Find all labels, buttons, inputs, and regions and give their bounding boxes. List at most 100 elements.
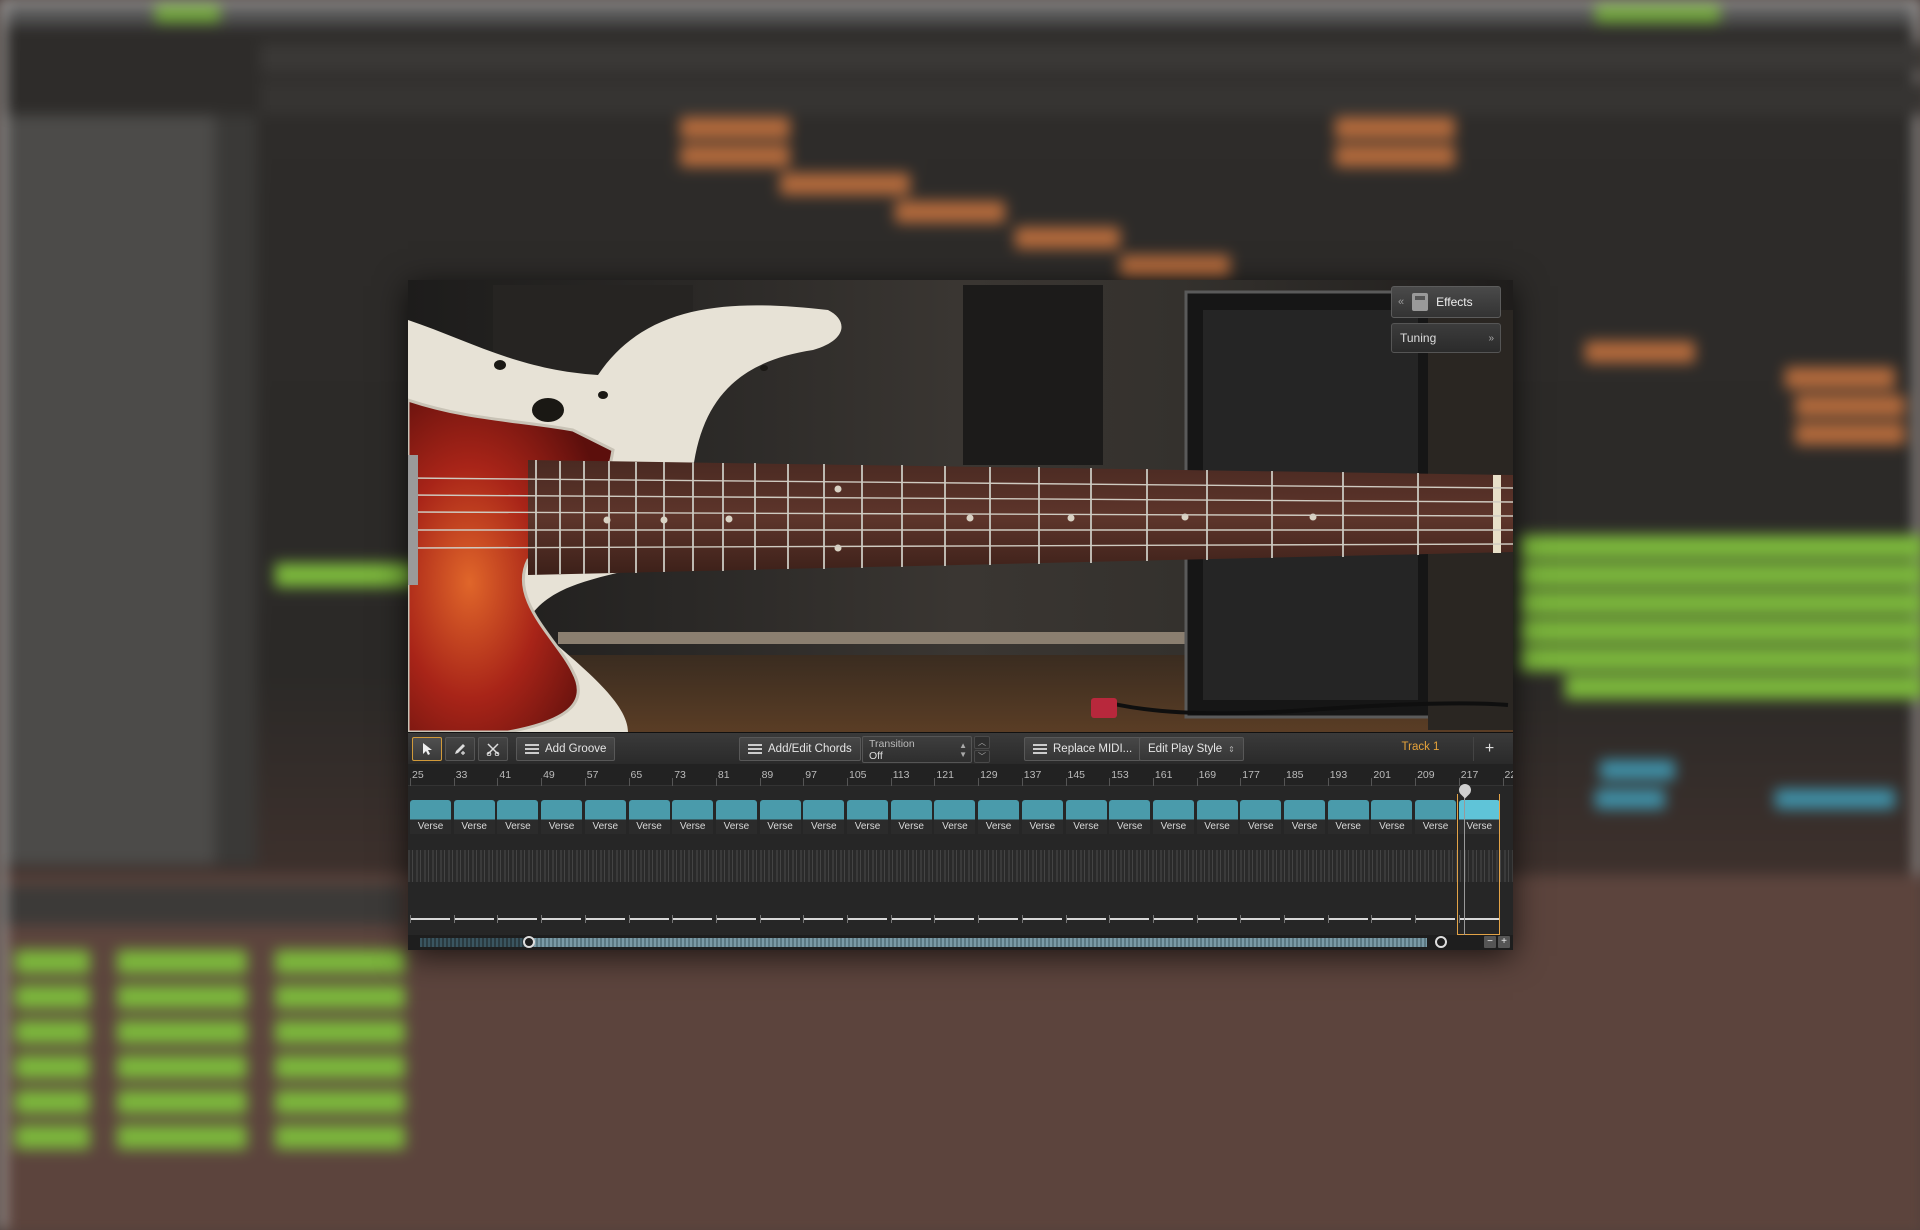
stepper-up-button[interactable]: ︿ xyxy=(974,736,990,749)
chord-segment[interactable] xyxy=(584,900,625,923)
stepper-down-button[interactable]: ﹀ xyxy=(974,750,990,763)
chord-segment[interactable] xyxy=(1109,900,1150,923)
section-block-verse[interactable]: Verse xyxy=(584,800,626,834)
effects-button[interactable]: « Effects xyxy=(1391,286,1501,318)
background-region xyxy=(1520,563,1920,587)
zoom-out-button[interactable]: − xyxy=(1484,936,1496,948)
select-tool-button[interactable] xyxy=(412,737,442,761)
bar-number: 185 xyxy=(1286,769,1304,781)
add-groove-button[interactable]: Add Groove xyxy=(516,737,616,761)
bar-ruler[interactable]: 25 33 41 49 57 65 73 81 89 97 105 113 121 129 137 145 15… xyxy=(408,764,1513,786)
transition-label: Transition xyxy=(869,738,915,750)
chord-segment[interactable] xyxy=(410,900,450,923)
chord-segment[interactable] xyxy=(803,900,844,923)
background-bottom-strip xyxy=(5,885,405,925)
midi-note-lane[interactable] xyxy=(408,850,1513,882)
background-track-headers xyxy=(215,115,257,865)
scroll-left-handle[interactable] xyxy=(523,936,535,948)
background-pad xyxy=(15,1125,90,1149)
chord-segment[interactable] xyxy=(934,900,975,923)
section-block-verse[interactable]: Verse xyxy=(1240,800,1282,834)
effects-label: Effects xyxy=(1436,295,1473,309)
background-region xyxy=(1520,535,1920,559)
bar-number: 65 xyxy=(630,769,643,781)
chord-segment[interactable] xyxy=(1284,900,1324,923)
chord-segment[interactable] xyxy=(978,900,1019,923)
section-block-verse[interactable]: Verse xyxy=(410,800,451,834)
zoom-in-button[interactable]: + xyxy=(1498,936,1510,948)
bar-number: 97 xyxy=(805,769,817,781)
section-block-verse[interactable]: Verse xyxy=(1196,800,1238,834)
section-block-verse[interactable]: Verse xyxy=(978,800,1020,834)
chord-segment[interactable] xyxy=(1415,900,1456,923)
bar-tick xyxy=(672,778,674,786)
bar-tick xyxy=(1327,778,1329,786)
bar-number: 177 xyxy=(1242,769,1260,781)
section-block-verse[interactable]: Verse xyxy=(1152,800,1194,834)
background-region xyxy=(1595,789,1665,809)
split-tool-button[interactable] xyxy=(478,737,508,761)
background-pad xyxy=(15,950,90,974)
transition-value: Off xyxy=(869,750,883,762)
chord-segment[interactable] xyxy=(497,900,538,923)
chord-segment[interactable] xyxy=(1021,900,1062,923)
transition-select[interactable]: Transition Off ▲ ▼ xyxy=(862,736,972,763)
chord-segment[interactable] xyxy=(1371,900,1412,923)
section-block-verse[interactable]: Verse xyxy=(1415,800,1457,834)
section-block-verse[interactable]: Verse xyxy=(934,800,976,834)
replace-midi-button[interactable]: Replace MIDI... xyxy=(1024,737,1142,761)
background-pad xyxy=(15,1055,90,1079)
collapse-chevron-icon[interactable]: « xyxy=(1398,296,1404,308)
background-region xyxy=(1795,395,1905,417)
tuning-dropdown[interactable]: Tuning » xyxy=(1391,323,1501,353)
chord-lane[interactable] xyxy=(408,892,1513,928)
chord-segment[interactable] xyxy=(715,900,756,923)
chord-segment[interactable] xyxy=(1152,900,1193,923)
section-block-verse[interactable]: Verse xyxy=(541,800,583,834)
section-block-verse[interactable]: Verse xyxy=(628,800,670,834)
bar-tick xyxy=(890,778,892,786)
chord-segment[interactable] xyxy=(1240,900,1281,923)
section-block-verse[interactable]: Verse xyxy=(1065,800,1107,834)
section-block-verse[interactable]: Verse xyxy=(1109,800,1151,834)
midi-icon xyxy=(1033,744,1047,754)
chord-segment[interactable] xyxy=(1327,900,1368,923)
timeline-scrollbar: − + xyxy=(408,935,1513,950)
chord-segment[interactable] xyxy=(890,900,931,923)
section-block-verse[interactable]: Verse xyxy=(1021,800,1063,834)
section-block-verse[interactable]: Verse xyxy=(1284,800,1325,834)
section-block-verse[interactable]: Verse xyxy=(803,800,845,834)
arrow-pointer-icon xyxy=(423,743,432,755)
draw-tool-button[interactable] xyxy=(445,737,475,761)
background-region xyxy=(680,117,790,139)
add-edit-chords-button[interactable]: Add/Edit Chords xyxy=(739,737,861,761)
chord-segment[interactable] xyxy=(847,900,887,923)
scroll-thumb[interactable] xyxy=(530,938,1427,947)
bar-number: 113 xyxy=(892,769,910,781)
add-track-button[interactable]: + xyxy=(1473,737,1505,761)
bar-number: 137 xyxy=(1023,769,1042,781)
section-block-verse[interactable]: Verse xyxy=(759,800,801,834)
chord-segment[interactable] xyxy=(628,900,669,923)
chord-segment[interactable] xyxy=(1065,900,1106,923)
chord-segment[interactable] xyxy=(759,900,800,923)
edit-play-style-button[interactable]: Edit Play Style ⇕ xyxy=(1139,737,1244,761)
scroll-right-handle[interactable] xyxy=(1435,936,1447,948)
track-name[interactable]: Track 1 xyxy=(1373,741,1468,753)
section-block-verse[interactable]: Verse xyxy=(715,800,757,834)
background-region xyxy=(1600,760,1675,780)
chord-segment[interactable] xyxy=(453,900,494,923)
add-groove-label: Add Groove xyxy=(545,743,607,755)
section-block-verse[interactable]: Verse xyxy=(453,800,495,834)
section-block-verse[interactable]: Verse xyxy=(1371,800,1413,834)
section-block-verse[interactable]: Verse xyxy=(497,800,539,834)
bar-number: 193 xyxy=(1329,769,1348,781)
chord-segment[interactable] xyxy=(672,900,713,923)
chord-segment[interactable] xyxy=(541,900,582,923)
background-region xyxy=(1520,619,1920,643)
section-block-verse[interactable]: Verse xyxy=(847,800,888,834)
chord-segment[interactable] xyxy=(1196,900,1237,923)
section-block-verse[interactable]: Verse xyxy=(1327,800,1369,834)
section-block-verse[interactable]: Verse xyxy=(890,800,932,834)
section-block-verse[interactable]: Verse xyxy=(672,800,714,834)
